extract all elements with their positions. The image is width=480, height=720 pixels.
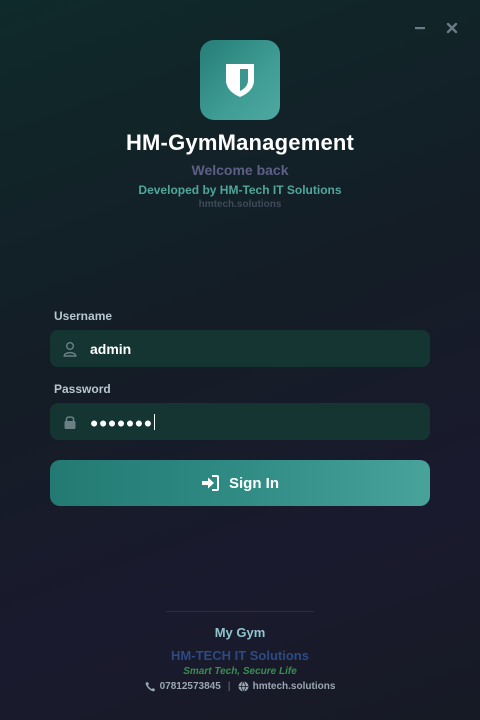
minimize-button[interactable] [410,18,430,38]
minimize-icon [415,27,425,30]
sign-in-label: Sign In [229,474,279,492]
website-link[interactable]: hmtech.solutions [253,681,336,692]
password-field[interactable]: ●●●●●●● [50,403,430,440]
username-value: admin [90,340,132,357]
contact-separator: | [227,681,231,692]
lock-icon [50,414,90,430]
developer-credit: Developed by HM-Tech IT Solutions [138,183,342,197]
company-name: HM-TECH IT Solutions [171,648,309,663]
app-logo [200,40,280,120]
close-button[interactable] [442,18,462,38]
sign-in-button[interactable]: Sign In [50,460,430,506]
company-slogan: Smart Tech, Secure Life [183,666,297,677]
sign-in-icon [202,475,219,491]
password-value: ●●●●●●● [90,414,153,431]
close-icon [446,22,458,34]
gym-name: My Gym [214,625,266,640]
password-label: Password [54,382,111,396]
shield-icon [226,64,254,97]
username-field[interactable]: admin [50,330,430,367]
globe-icon [238,681,249,692]
user-icon [50,341,90,357]
contact-info: 07812573845 | hmtech.solutions [0,681,480,692]
phone-number: 07812573845 [159,681,221,692]
login-window: HM-GymManagement Welcome back Developed … [0,0,480,720]
text-caret [153,414,155,431]
phone-icon [145,681,156,692]
welcome-text: Welcome back [191,162,289,178]
developer-site: hmtech.solutions [198,199,282,210]
username-label: Username [54,309,113,323]
footer-divider [166,611,314,612]
app-title: HM-GymManagement [125,130,355,155]
